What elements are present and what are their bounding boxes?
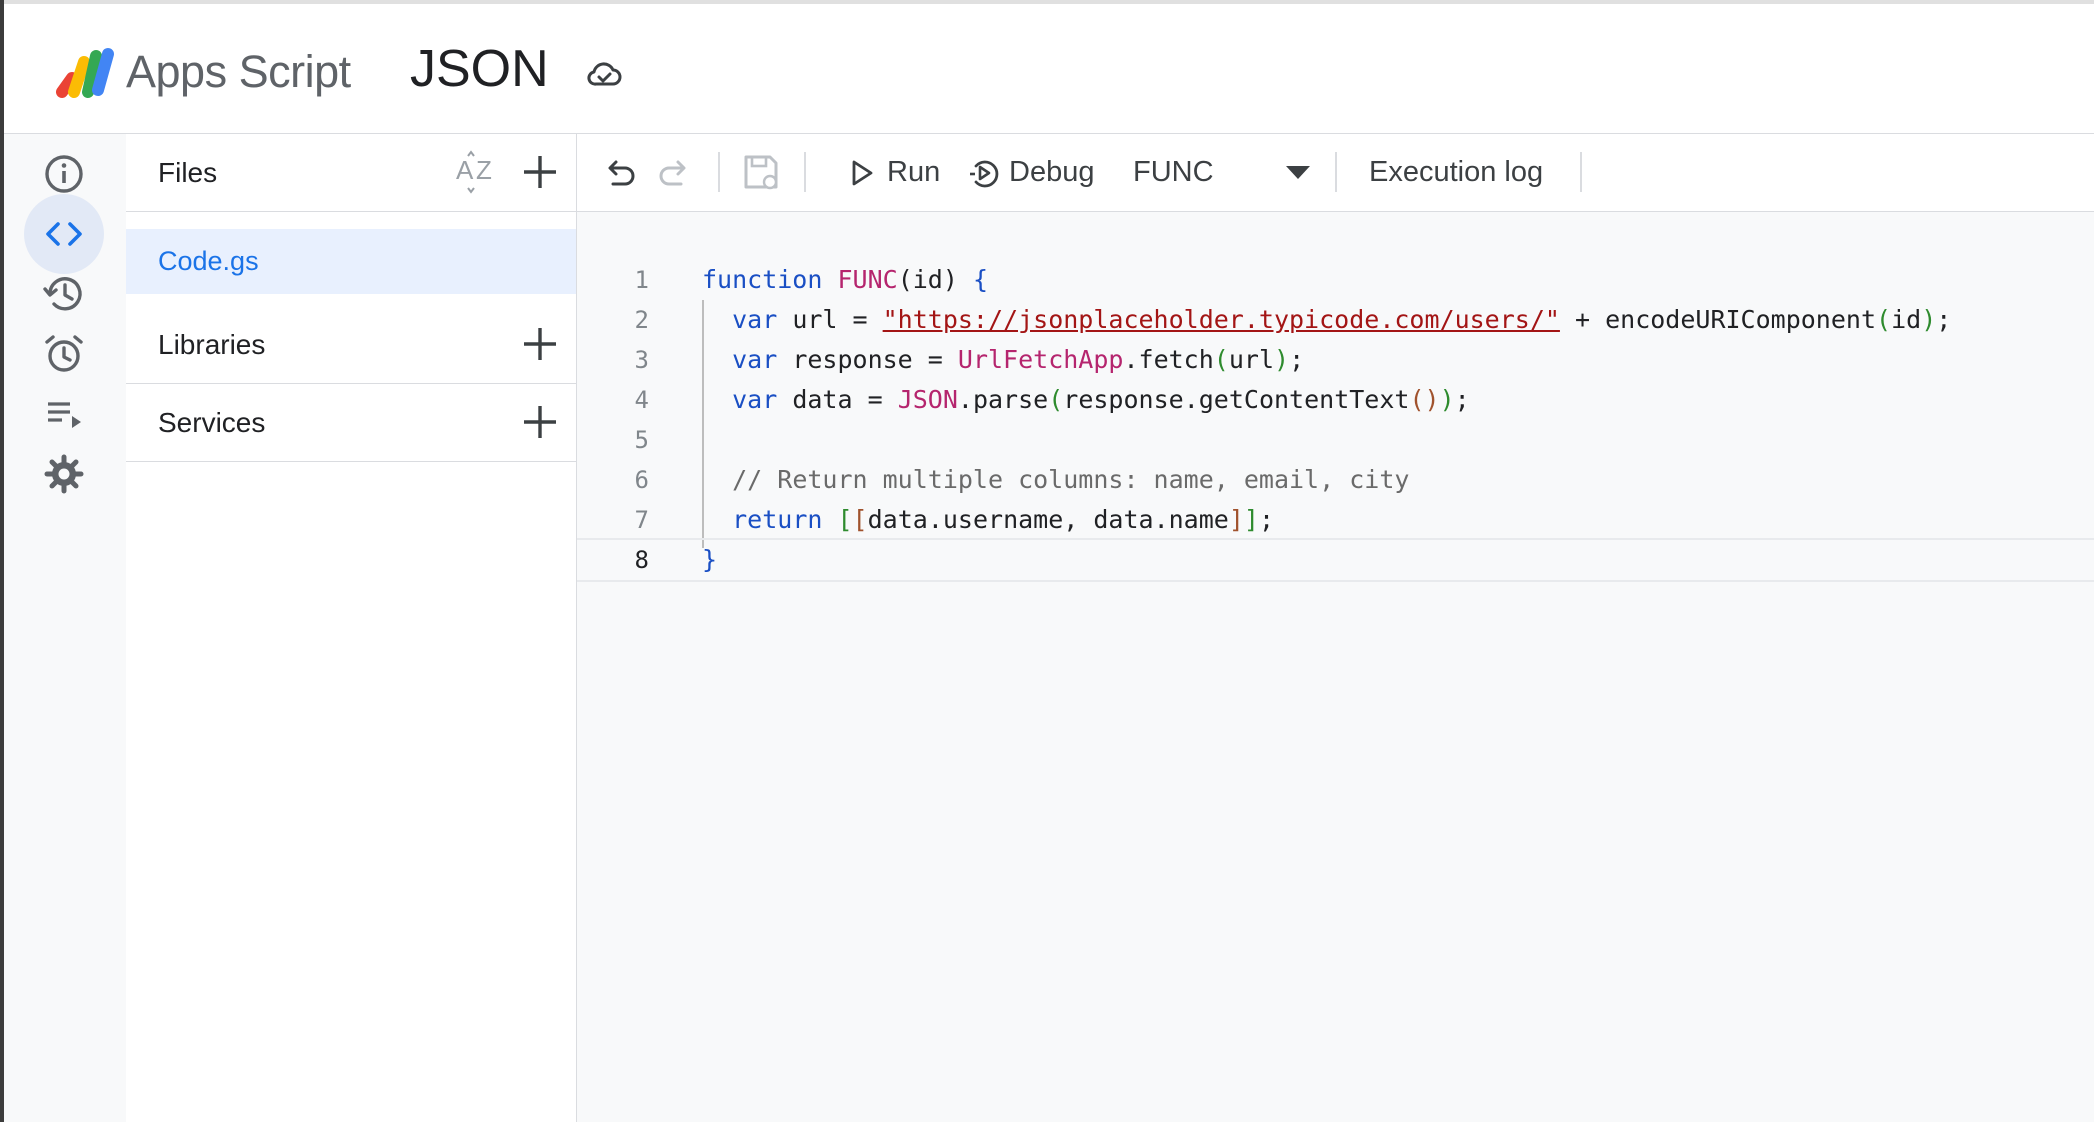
redo-icon[interactable] bbox=[655, 152, 695, 192]
line-number: 7 bbox=[634, 506, 649, 534]
add-file-icon[interactable] bbox=[518, 150, 562, 194]
cloud-saved-icon[interactable] bbox=[584, 54, 624, 94]
services-header: Services bbox=[126, 384, 576, 462]
code-line: 6 // Return multiple columns: name, emai… bbox=[577, 460, 2094, 500]
code-line: 4 var data = JSON.parse(response.getCont… bbox=[577, 380, 2094, 420]
debug-label: Debug bbox=[1009, 156, 1095, 188]
debug-button[interactable]: Debug bbox=[967, 134, 1094, 211]
line-code: var url = "https://jsonplaceholder.typic… bbox=[732, 305, 1952, 334]
files-header: Files A Z bbox=[126, 134, 576, 212]
code-line: 2 var url = "https://jsonplaceholder.typ… bbox=[577, 300, 2094, 340]
editor-toolbar: Run Debug FUNC Execution log bbox=[577, 134, 2094, 212]
line-code: return [[data.username, data.name]]; bbox=[732, 505, 1275, 534]
project-title[interactable]: JSON bbox=[410, 38, 549, 100]
toolbar-divider bbox=[718, 152, 720, 192]
line-code: function FUNC(id) { bbox=[702, 265, 989, 294]
line-number: 8 bbox=[634, 546, 649, 574]
function-select-value: FUNC bbox=[1133, 156, 1214, 188]
line-number: 3 bbox=[634, 346, 649, 374]
line-code: } bbox=[702, 545, 718, 574]
chevron-down-icon bbox=[1286, 166, 1310, 179]
line-code: var data = JSON.parse(response.getConten… bbox=[732, 385, 1470, 414]
code-line: 7 return [[data.username, data.name]]; bbox=[577, 500, 2094, 540]
app-header: Apps Script JSON bbox=[4, 4, 2094, 134]
line-number: 6 bbox=[634, 466, 649, 494]
undo-icon[interactable] bbox=[599, 152, 639, 192]
run-button[interactable]: Run bbox=[845, 134, 940, 211]
code-line-current: 8 } bbox=[577, 538, 2094, 582]
files-label: Files bbox=[158, 157, 218, 188]
line-number: 5 bbox=[634, 426, 649, 454]
services-label: Services bbox=[158, 407, 266, 438]
debug-icon bbox=[970, 160, 999, 187]
svg-text:A: A bbox=[456, 155, 474, 185]
execution-log-button[interactable]: Execution log bbox=[1369, 134, 1543, 211]
libraries-label: Libraries bbox=[158, 329, 266, 360]
info-icon bbox=[45, 155, 83, 193]
svg-text:Z: Z bbox=[476, 155, 492, 185]
line-number: 2 bbox=[634, 306, 649, 334]
line-code: var response = UrlFetchApp.fetch(url); bbox=[732, 345, 1305, 374]
run-label: Run bbox=[887, 156, 941, 188]
code-line: 3 var response = UrlFetchApp.fetch(url); bbox=[577, 340, 2094, 380]
gear-icon bbox=[44, 454, 84, 494]
libraries-header: Libraries bbox=[126, 306, 576, 384]
history-icon bbox=[43, 277, 82, 311]
save-project-icon[interactable] bbox=[741, 152, 781, 192]
execution-log-label: Execution log bbox=[1369, 156, 1544, 188]
toolbar-divider bbox=[1335, 152, 1337, 192]
add-library-icon[interactable] bbox=[518, 322, 562, 366]
nav-rail bbox=[4, 134, 127, 1122]
toolbar-divider bbox=[1580, 152, 1582, 192]
app-name: Apps Script bbox=[126, 46, 351, 97]
project-settings-button[interactable] bbox=[24, 434, 104, 514]
file-name: Code.gs bbox=[158, 246, 259, 276]
sort-az-icon[interactable]: A Z bbox=[454, 148, 500, 196]
toolbar-divider bbox=[804, 152, 806, 192]
line-code: // Return multiple columns: name, email,… bbox=[732, 465, 1410, 494]
add-service-icon[interactable] bbox=[518, 400, 562, 444]
code-icon bbox=[46, 222, 82, 246]
play-icon bbox=[852, 160, 873, 185]
file-item-code-gs[interactable]: Code.gs bbox=[126, 229, 576, 294]
alarm-icon bbox=[45, 335, 83, 372]
code-line: 5 bbox=[577, 420, 2094, 460]
files-panel: Files A Z Code.gs Libraries Services bbox=[126, 134, 577, 1122]
function-select[interactable]: FUNC bbox=[1133, 134, 1311, 211]
code-editor[interactable]: 1 function FUNC(id) { 2 var url = "https… bbox=[577, 212, 2094, 1122]
code-line: 1 function FUNC(id) { bbox=[577, 260, 2094, 300]
line-number: 4 bbox=[634, 386, 649, 414]
line-number: 1 bbox=[634, 266, 649, 294]
playlist-play-icon bbox=[48, 402, 81, 428]
apps-script-logo-icon bbox=[56, 48, 114, 98]
